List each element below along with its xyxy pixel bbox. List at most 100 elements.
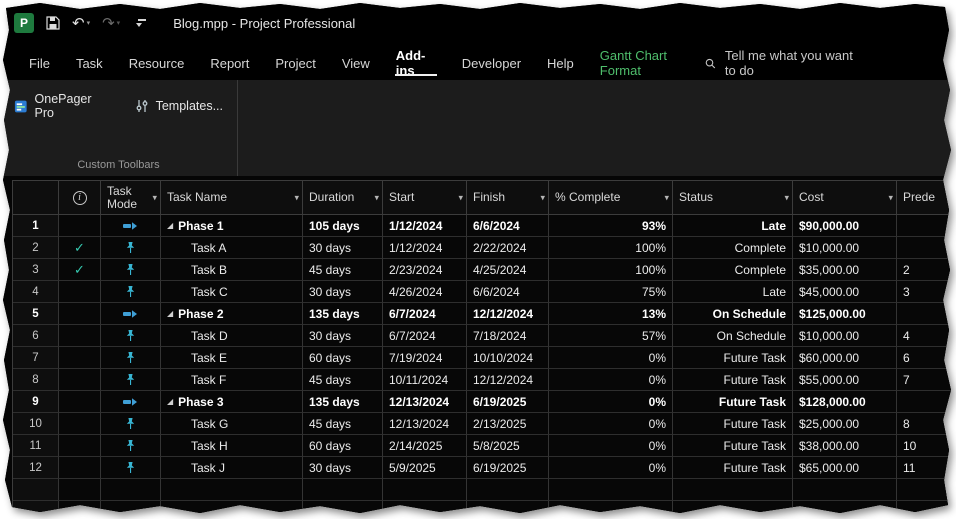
cell-name-row-9[interactable]: ◢ Phase 3 (161, 391, 303, 413)
expand-triangle-icon[interactable]: ◢ (167, 309, 173, 318)
cell-pct-row-10[interactable]: 0% (549, 413, 673, 435)
cell-start[interactable] (383, 501, 467, 513)
cell-finish-row-2[interactable]: 2/22/2024 (467, 237, 549, 259)
cell-info-row-12[interactable] (59, 457, 101, 479)
cell-info-row-2[interactable]: ✓ (59, 237, 101, 259)
cell-pred-row-7[interactable]: 6 (897, 347, 951, 369)
tab-file[interactable]: File (16, 46, 63, 80)
cell-num-row-9[interactable]: 9 (13, 391, 59, 413)
cell-pred[interactable] (897, 501, 951, 513)
cell-duration-row-1[interactable]: 105 days (303, 215, 383, 237)
cell-start-row-11[interactable]: 2/14/2025 (383, 435, 467, 457)
cell-pct-row-2[interactable]: 100% (549, 237, 673, 259)
cell-duration-row-8[interactable]: 45 days (303, 369, 383, 391)
cell-name-row-7[interactable]: Task E (161, 347, 303, 369)
column-header-duration[interactable]: Duration ▾ (303, 181, 383, 215)
cell-info-row-11[interactable] (59, 435, 101, 457)
cell-pct-row-8[interactable]: 0% (549, 369, 673, 391)
cell-start-row-9[interactable]: 12/13/2024 (383, 391, 467, 413)
cell-mode-row-5[interactable] (101, 303, 161, 325)
cell-duration[interactable] (303, 479, 383, 501)
cell-cost-row-10[interactable]: $25,000.00 (793, 413, 897, 435)
cell-duration[interactable] (303, 501, 383, 513)
cell-num-row-4[interactable]: 4 (13, 281, 59, 303)
cell-duration-row-5[interactable]: 135 days (303, 303, 383, 325)
cell-info-row-1[interactable] (59, 215, 101, 237)
cell-pred-row-10[interactable]: 8 (897, 413, 951, 435)
cell-finish[interactable] (467, 479, 549, 501)
cell-info[interactable] (59, 501, 101, 513)
cell-mode-row-12[interactable] (101, 457, 161, 479)
cell-cost-row-2[interactable]: $10,000.00 (793, 237, 897, 259)
cell-name-row-6[interactable]: Task D (161, 325, 303, 347)
cell-info-row-7[interactable] (59, 347, 101, 369)
cell-mode[interactable] (101, 501, 161, 513)
cell-mode-row-3[interactable] (101, 259, 161, 281)
column-header-num[interactable] (13, 181, 59, 215)
undo-button[interactable]: ↶ ▾ (72, 14, 90, 32)
cell-start-row-5[interactable]: 6/7/2024 (383, 303, 467, 325)
cell-finish-row-12[interactable]: 6/19/2025 (467, 457, 549, 479)
cell-mode-row-1[interactable] (101, 215, 161, 237)
cell-status[interactable] (673, 479, 793, 501)
cell-start-row-3[interactable]: 2/23/2024 (383, 259, 467, 281)
cell-status-row-11[interactable]: Future Task (673, 435, 793, 457)
cell-cost-row-6[interactable]: $10,000.00 (793, 325, 897, 347)
cell-pred-row-8[interactable]: 7 (897, 369, 951, 391)
cell-start-row-4[interactable]: 4/26/2024 (383, 281, 467, 303)
cell-mode-row-4[interactable] (101, 281, 161, 303)
cell-pred-row-3[interactable]: 2 (897, 259, 951, 281)
cell-status-row-7[interactable]: Future Task (673, 347, 793, 369)
undo-dropdown-icon[interactable]: ▾ (87, 19, 91, 27)
cell-pred-row-4[interactable]: 3 (897, 281, 951, 303)
cell-duration-row-12[interactable]: 30 days (303, 457, 383, 479)
cell-name-row-12[interactable]: Task J (161, 457, 303, 479)
cell-name-row-1[interactable]: ◢ Phase 1 (161, 215, 303, 237)
cell-mode-row-6[interactable] (101, 325, 161, 347)
cell-start-row-8[interactable]: 10/11/2024 (383, 369, 467, 391)
cell-num-row-10[interactable]: 10 (13, 413, 59, 435)
tab-add-ins[interactable]: Add-ins (383, 46, 449, 80)
cell-cost-row-3[interactable]: $35,000.00 (793, 259, 897, 281)
cell-cost-row-4[interactable]: $45,000.00 (793, 281, 897, 303)
cell-num-row-12[interactable]: 12 (13, 457, 59, 479)
cell-mode-row-10[interactable] (101, 413, 161, 435)
column-header-finish[interactable]: Finish ▾ (467, 181, 549, 215)
cell-finish-row-7[interactable]: 10/10/2024 (467, 347, 549, 369)
column-header-status[interactable]: Status ▾ (673, 181, 793, 215)
tab-view[interactable]: View (329, 46, 383, 80)
cell-status-row-10[interactable]: Future Task (673, 413, 793, 435)
cell-finish-row-4[interactable]: 6/6/2024 (467, 281, 549, 303)
cell-finish-row-6[interactable]: 7/18/2024 (467, 325, 549, 347)
cell-num-row-3[interactable]: 3 (13, 259, 59, 281)
column-header-mode[interactable]: Task Mode ▾ (101, 181, 161, 215)
cell-name-row-5[interactable]: ◢ Phase 2 (161, 303, 303, 325)
cell-cost-row-5[interactable]: $125,000.00 (793, 303, 897, 325)
tab-developer[interactable]: Developer (449, 46, 534, 80)
column-header-cost[interactable]: Cost ▾ (793, 181, 897, 215)
cell-cost-row-8[interactable]: $55,000.00 (793, 369, 897, 391)
cell-num-row-1[interactable]: 1 (13, 215, 59, 237)
expand-triangle-icon[interactable]: ◢ (167, 221, 173, 230)
filter-arrow-icon[interactable]: ▾ (784, 191, 789, 204)
cell-info-row-6[interactable] (59, 325, 101, 347)
cell-num-row-2[interactable]: 2 (13, 237, 59, 259)
cell-mode-row-9[interactable] (101, 391, 161, 413)
cell-status-row-5[interactable]: On Schedule (673, 303, 793, 325)
cell-cost-row-1[interactable]: $90,000.00 (793, 215, 897, 237)
redo-button[interactable]: ↷ ▾ (102, 14, 120, 32)
cell-start-row-6[interactable]: 6/7/2024 (383, 325, 467, 347)
onepager-pro-button[interactable]: OnePager Pro (10, 89, 111, 123)
project-app-icon[interactable]: P (14, 13, 34, 33)
cell-duration-row-9[interactable]: 135 days (303, 391, 383, 413)
cell-finish-row-11[interactable]: 5/8/2025 (467, 435, 549, 457)
cell-pred[interactable] (897, 479, 951, 501)
filter-arrow-icon[interactable]: ▾ (540, 191, 545, 204)
cell-finish-row-3[interactable]: 4/25/2024 (467, 259, 549, 281)
cell-duration-row-10[interactable]: 45 days (303, 413, 383, 435)
cell-name-row-10[interactable]: Task G (161, 413, 303, 435)
cell-num-row-11[interactable]: 11 (13, 435, 59, 457)
cell-info-row-8[interactable] (59, 369, 101, 391)
cell-cost[interactable] (793, 479, 897, 501)
cell-cost-row-9[interactable]: $128,000.00 (793, 391, 897, 413)
